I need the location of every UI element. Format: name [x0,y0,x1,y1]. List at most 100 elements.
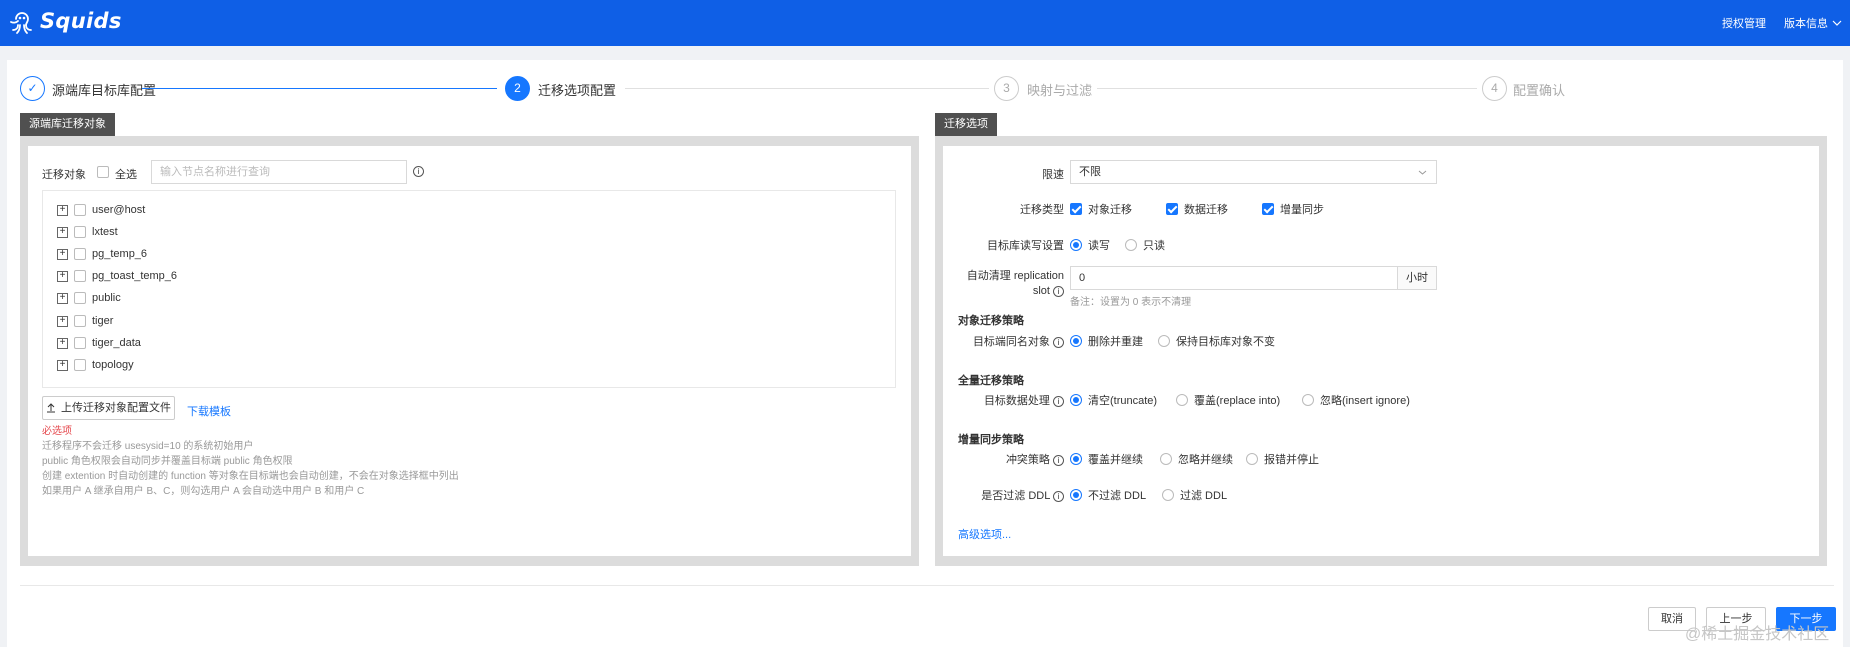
type-data-checkbox[interactable]: 数据迁移 [1166,201,1228,217]
type-incremental-checkbox[interactable]: 增量同步 [1262,201,1324,217]
tree-checkbox [74,315,86,327]
select-all-checkbox[interactable] [97,166,109,178]
obj-drop-recreate-radio[interactable]: 删除并重建 [1070,333,1143,349]
step-2-circle: 2 [505,76,530,101]
step-2-label: 迁移选项配置 [538,83,617,98]
conflict-error-radio[interactable]: 报错并停止 [1246,451,1319,467]
conflict-strategy-label: 冲突策略 i [1006,451,1064,467]
expand-icon: + [57,248,68,260]
filter-ddl-label: 是否过滤 DDL i [981,487,1064,503]
select-all-label[interactable]: 全选 [115,166,137,182]
version-info-link[interactable]: 版本信息 [1784,15,1828,31]
rw-setting-label: 目标库读写设置 [987,240,1064,252]
conflict-overwrite-radio[interactable]: 覆盖并继续 [1070,451,1143,467]
license-management-link[interactable]: 授权管理 [1722,15,1766,31]
expand-icon: + [57,270,68,282]
octopus-logo-icon [10,12,32,34]
migration-type-label: 迁移类型 [1020,204,1064,216]
info-icon: i [1053,454,1064,466]
tree-item[interactable]: + topology [57,359,134,371]
top-nav: 授权管理 版本信息 [1704,15,1842,31]
same-name-object-label: 目标端同名对象 i [973,333,1064,349]
note-line: 如果用户 A 继承自用户 B、C，则勾选用户 A 会自动选中用户 B 和用户 C [42,486,365,497]
footer-divider [20,585,1834,586]
chevron-down-icon [1418,170,1427,175]
slot-label-line1: 自动清理 replication [966,270,1064,282]
app-name: Squids [40,9,122,33]
full-truncate-radio[interactable]: 清空(truncate) [1070,392,1157,408]
app-logo[interactable]: Squids [8,7,122,35]
expand-icon: + [57,204,68,216]
search-info-icon[interactable]: i [413,166,424,177]
step-1-check-icon: ✓ [20,76,45,101]
ddl-no-filter-radio[interactable]: 不过滤 DDL [1070,487,1146,503]
speed-select[interactable]: 不限 [1070,160,1437,184]
full-ignore-radio[interactable]: 忽略(insert ignore) [1302,392,1410,408]
note-line: 迁移程序不会迁移 usesysid=10 的系统初始用户 [42,441,254,452]
expand-icon: + [57,315,68,327]
full-replace-radio[interactable]: 覆盖(replace into) [1176,392,1280,408]
type-object-checkbox[interactable]: 对象迁移 [1070,201,1132,217]
options-panel [935,136,1827,566]
tree-checkbox [74,204,86,216]
tree-item[interactable]: + lxtest [57,226,118,238]
full-strategy-title: 全量迁移策略 [958,375,1024,387]
tree-item[interactable]: + tiger [57,315,113,327]
info-icon: i [1053,395,1064,407]
tree-item[interactable]: + tiger_data [57,337,141,349]
ddl-filter-radio[interactable]: 过滤 DDL [1162,487,1227,503]
step-line-2 [625,88,989,89]
watermark: @稀土掘金技术社区 [1685,626,1830,643]
conflict-ignore-radio[interactable]: 忽略并继续 [1160,451,1233,467]
tree-item[interactable]: + user@host [57,204,145,216]
tree-checkbox [74,337,86,349]
speed-label: 限速 [1042,169,1064,181]
info-icon: i [1053,490,1064,502]
step-3-label: 映射与过滤 [1027,83,1093,98]
tree-checkbox [74,270,86,282]
info-icon: i [1053,336,1064,348]
step-4-label: 配置确认 [1513,83,1566,98]
tree-item[interactable]: + pg_temp_6 [57,248,147,260]
tree-checkbox [74,248,86,260]
object-strategy-title: 对象迁移策略 [958,315,1024,327]
incremental-strategy-title: 增量同步策略 [958,434,1024,446]
source-panel-tag: 源端库迁移对象 [20,113,115,136]
tree-checkbox [74,359,86,371]
upload-config-button[interactable]: 上传迁移对象配置文件 [42,396,175,420]
slot-info-icon: i [1053,285,1064,297]
step-3-circle: 3 [994,76,1019,101]
options-panel-tag: 迁移选项 [935,113,997,136]
object-tree: + user@host + lxtest + pg_temp_6 + pg_toast_… [42,190,896,388]
slot-unit: 小时 [1397,266,1437,290]
chevron-down-icon[interactable] [1832,20,1842,26]
step-line-3 [1097,88,1477,89]
rw-readonly-radio[interactable]: 只读 [1125,237,1165,253]
slot-hours-input[interactable]: 0 [1070,266,1398,290]
step-line-1 [142,88,497,89]
rw-readwrite-radio[interactable]: 读写 [1070,237,1110,253]
step-1-label: 源端库目标库配置 [52,83,157,98]
advanced-options-link[interactable]: 高级选项... [958,526,1011,542]
node-search-input[interactable]: 输入节点名称进行查询 [151,160,407,184]
tree-item[interactable]: + pg_toast_temp_6 [57,270,177,282]
upload-icon [47,403,55,413]
slot-label-line2: slot i [1033,285,1064,297]
note-line: public 角色权限会自动同步并覆盖目标端 public 角色权限 [42,456,293,467]
step-4-circle: 4 [1482,76,1507,101]
required-hint: 必选项 [42,426,72,437]
migration-notes: 必选项 迁移程序不会迁移 usesysid=10 的系统初始用户 public … [42,424,459,499]
download-template-link[interactable]: 下载模板 [187,403,231,419]
expand-icon: + [57,292,68,304]
migration-object-label: 迁移对象 [42,169,86,181]
note-line: 创建 extention 时自动创建的 function 等对象在目标端也会自动… [42,471,459,482]
slot-hint: 备注：设置为 0 表示不清理 [1070,297,1192,308]
obj-keep-radio[interactable]: 保持目标库对象不变 [1158,333,1275,349]
tree-checkbox [74,292,86,304]
tree-checkbox [74,226,86,238]
expand-icon: + [57,337,68,349]
expand-icon: + [57,359,68,371]
expand-icon: + [57,226,68,238]
target-data-label: 目标数据处理 i [984,392,1064,408]
tree-item[interactable]: + public [57,292,121,304]
